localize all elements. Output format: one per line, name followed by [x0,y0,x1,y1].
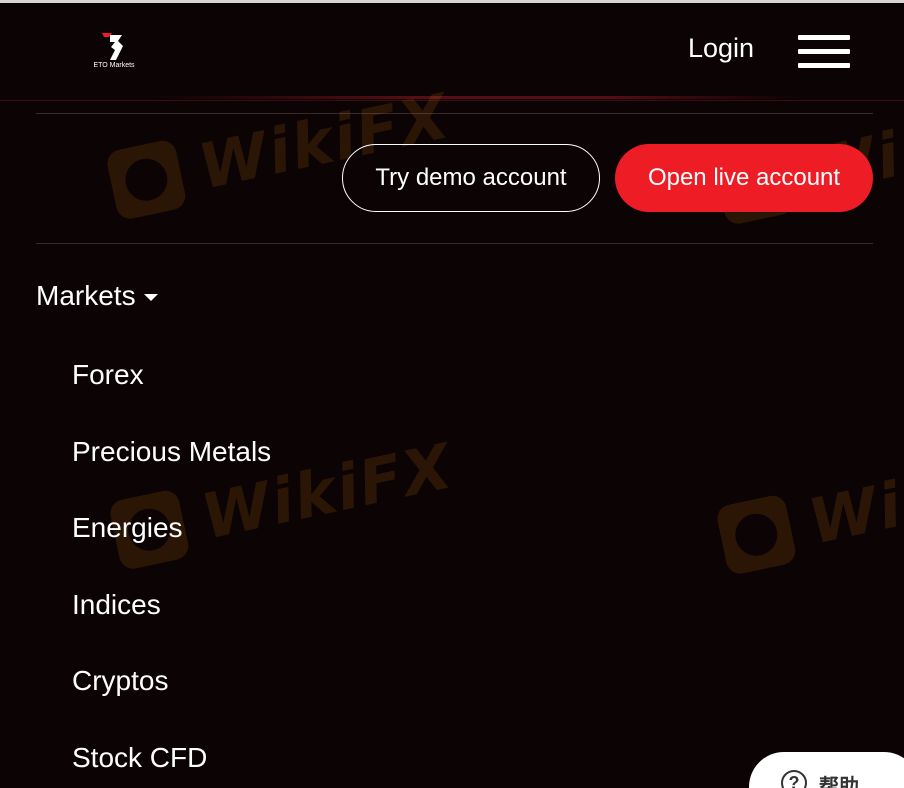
submenu-item-precious-metals[interactable]: Precious Metals [72,436,271,468]
markets-dropdown-toggle[interactable]: Markets [36,280,158,312]
submenu-item-indices[interactable]: Indices [72,589,161,621]
try-demo-account-button[interactable]: Try demo account [342,144,600,212]
help-widget-button[interactable]: ? 帮助 [749,752,904,788]
submenu-item-cryptos[interactable]: Cryptos [72,665,168,697]
login-link[interactable]: Login [688,33,754,64]
markets-label: Markets [36,280,136,311]
divider-top [36,113,873,114]
caret-down-icon [143,293,158,301]
submenu-item-energies[interactable]: Energies [72,512,183,544]
eto-markets-logo[interactable]: ETO Markets [88,33,140,75]
help-label: 帮助 [819,776,859,788]
hamburger-bar [798,35,850,40]
watermark-text: WikiFX [802,434,904,559]
open-live-account-button[interactable]: Open live account [615,144,873,212]
watermark: WikiFX [714,434,904,577]
divider-bottom [36,243,873,244]
header-glow [150,96,800,99]
hamburger-bar [798,49,850,54]
question-icon: ? [781,770,807,788]
submenu-item-stock-cfd[interactable]: Stock CFD [72,742,207,774]
hamburger-bar [798,63,850,68]
eto-logo-icon [102,33,123,60]
watermark-badge-icon [104,137,188,221]
watermark-badge-icon [714,492,798,576]
hamburger-menu-icon[interactable] [798,35,850,69]
logo-wordmark: ETO Markets [93,62,135,69]
page: ETO Markets Login WikiFX WikiFX WikiFX W… [0,0,904,788]
site-header: ETO Markets Login [0,3,904,101]
submenu-item-forex[interactable]: Forex [72,359,144,391]
